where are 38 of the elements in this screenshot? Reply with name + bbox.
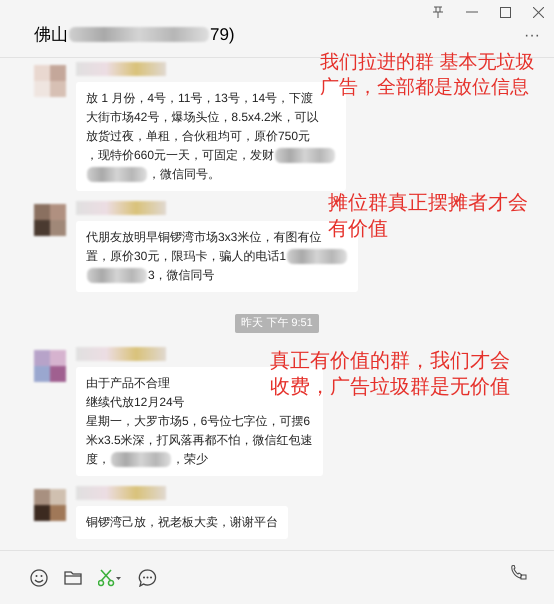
message-text: 米x3.5米深，打风落再都不怕，微信红包速 <box>86 432 313 446</box>
close-icon[interactable] <box>533 6 544 18</box>
annotation-text: 真正有价值的群，我们才会收费，广告垃圾群是无价值 <box>270 349 511 400</box>
message-text: 放货过夜，单租，合伙租均可，原价750元 <box>86 129 310 143</box>
message-text: 大街市场42号，爆场头位，8.5x4.2米，可以 <box>86 110 319 124</box>
annotation-text: 摊位群真正摆摊者才会有价值 <box>328 191 529 242</box>
message-text: ，微信同号。 <box>148 167 220 181</box>
folder-icon[interactable] <box>64 570 82 585</box>
annotation-text: 我们拉进的群 基本无垃圾广告，全部都是放位信息 <box>320 51 536 100</box>
more-button[interactable]: ··· <box>524 28 540 44</box>
blurred-avatar[interactable] <box>34 204 66 236</box>
blurred-text <box>111 452 171 467</box>
message-text: 放 1 月份，4号，11号，13号，14号，下渡 <box>86 91 314 105</box>
blurred-text <box>87 268 147 284</box>
chat-icon[interactable] <box>138 568 157 586</box>
pin-icon[interactable] <box>432 6 444 18</box>
blurred-text <box>87 167 147 182</box>
message-timestamp: 昨天 下午 9:51 <box>235 314 319 332</box>
chat-title: 佛山 <box>34 24 68 46</box>
blurred-avatar[interactable] <box>34 488 66 520</box>
message-text: 置，原价30元，限玛卡，骗人的电话1 <box>86 249 286 263</box>
message-text: 铜锣湾己放，祝老板大卖，谢谢平台 <box>86 514 278 528</box>
blurred-text <box>275 148 336 164</box>
scissors-icon[interactable] <box>98 568 122 586</box>
minimize-icon[interactable] <box>466 11 478 13</box>
message-text: 由于产品不合理 <box>86 376 170 390</box>
message-text: ，荣少 <box>172 452 208 466</box>
chat-title: 79) <box>210 24 235 46</box>
call-icon[interactable] <box>510 565 528 581</box>
message-text: 星期一，大罗市场5，6号位七字位，可摆6 <box>86 414 310 428</box>
message-text: ，现特价660元一天，可固定，发财 <box>86 148 274 162</box>
blurred-text <box>287 249 348 264</box>
message-text: 继续代放12月24号 <box>86 394 185 408</box>
maximize-icon[interactable] <box>500 6 511 18</box>
message-text: 度， <box>86 452 110 466</box>
emoji-icon[interactable] <box>30 568 48 586</box>
message-text: 3，微信同号 <box>148 268 215 282</box>
message-text: 代朋友放明早铜锣湾市场3x3米位，有图有位 <box>86 230 322 244</box>
